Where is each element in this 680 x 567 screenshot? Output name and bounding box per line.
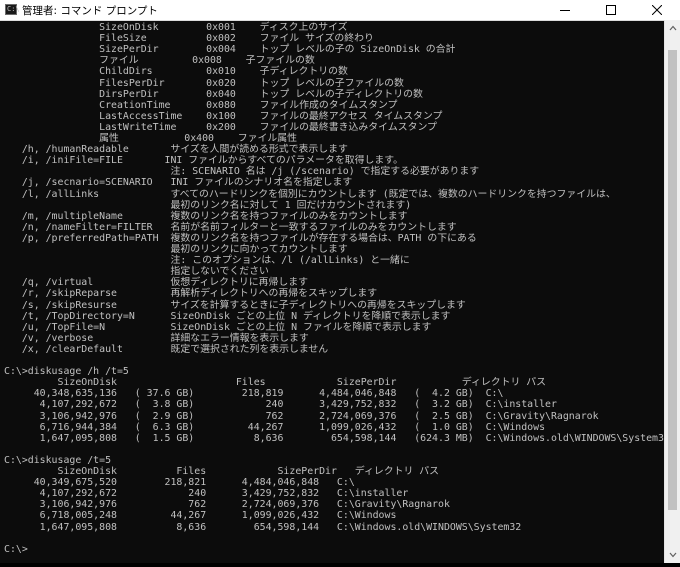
console-line: 1,647,095,808 ( 1.5 GB) 8,636 654,598,14… (4, 432, 664, 444)
console-line: C:\> (4, 543, 28, 555)
command-prompt-window: C:\ 管理者: コマンド プロンプト SizeOnDisk 0x001 ディス… (0, 0, 680, 563)
console-line: /x, /clearDefault 既定で選択された列を表示しません (4, 343, 329, 355)
minimize-icon (560, 10, 570, 11)
scroll-up-arrow-icon (669, 25, 677, 31)
vertical-scrollbar[interactable] (664, 20, 680, 563)
window-title: 管理者: コマンド プロンプト (22, 5, 158, 17)
scroll-down-arrow-icon (669, 552, 677, 558)
minimize-button[interactable] (542, 0, 588, 20)
scroll-up-button[interactable] (665, 20, 680, 36)
cmd-app-icon[interactable]: C:\ (5, 4, 20, 15)
scroll-down-button[interactable] (665, 547, 680, 563)
maximize-button[interactable] (588, 0, 634, 20)
title-bar[interactable]: C:\ 管理者: コマンド プロンプト (0, 0, 680, 21)
console-line: 1,647,095,808 8,636 654,598,144 C:\Windo… (4, 521, 522, 533)
cmd-app-icon-label: C:\ (7, 5, 20, 13)
close-icon (652, 5, 662, 15)
scroll-thumb[interactable] (668, 50, 677, 510)
console-output[interactable]: SizeOnDisk 0x001 ディスク上のサイズ FileSize 0x00… (0, 20, 664, 563)
close-button[interactable] (634, 0, 680, 20)
maximize-icon (606, 5, 616, 15)
